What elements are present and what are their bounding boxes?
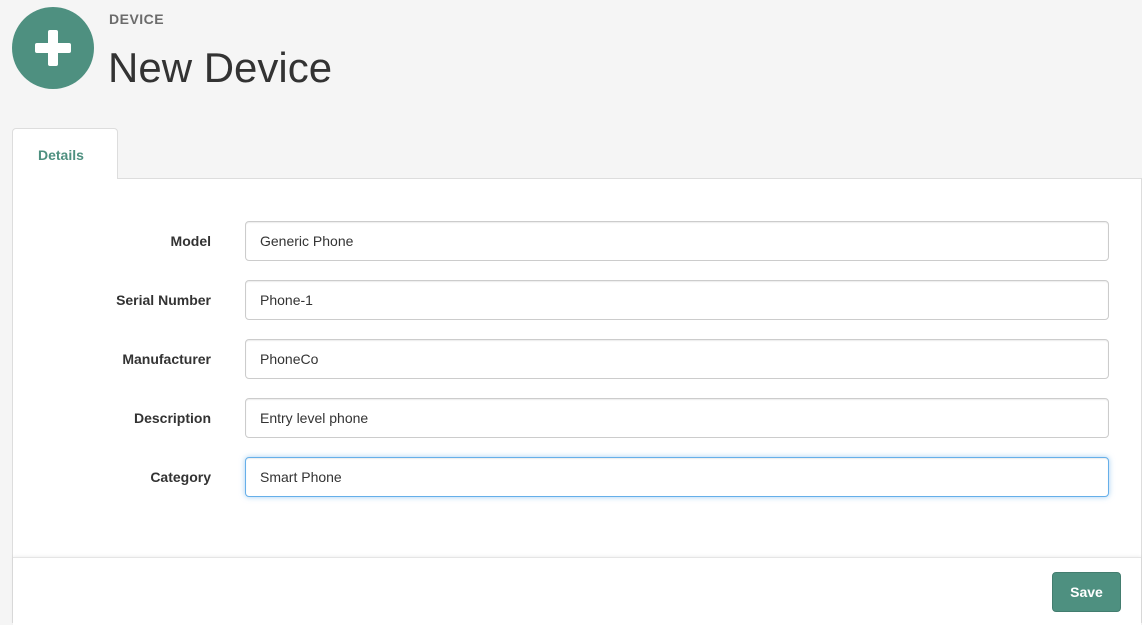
serial-number-input[interactable] xyxy=(245,280,1109,320)
description-label: Description xyxy=(133,410,211,426)
model-row: Model xyxy=(13,221,1142,261)
serial-number-row: Serial Number xyxy=(13,280,1142,320)
manufacturer-input[interactable] xyxy=(245,339,1109,379)
description-input[interactable] xyxy=(245,398,1109,438)
plus-icon xyxy=(12,7,94,89)
tab-details[interactable]: Details xyxy=(12,128,118,179)
manufacturer-label: Manufacturer xyxy=(122,351,211,367)
serial-number-label: Serial Number xyxy=(116,292,211,308)
description-row: Description xyxy=(13,398,1142,438)
tab-details-label: Details xyxy=(38,147,84,163)
category-label: Category xyxy=(150,469,211,485)
category-row: Category xyxy=(13,457,1142,497)
save-button[interactable]: Save xyxy=(1052,572,1121,612)
entity-type-label: DEVICE xyxy=(109,11,165,27)
category-input[interactable] xyxy=(245,457,1109,497)
form-footer: Save xyxy=(13,557,1141,625)
page-title: New Device xyxy=(108,44,333,91)
model-label: Model xyxy=(170,233,211,249)
page-header: DEVICE New Device xyxy=(0,0,1142,128)
details-panel: Model Serial Number Manufacturer Descrip… xyxy=(12,178,1142,625)
model-input[interactable] xyxy=(245,221,1109,261)
manufacturer-row: Manufacturer xyxy=(13,339,1142,379)
